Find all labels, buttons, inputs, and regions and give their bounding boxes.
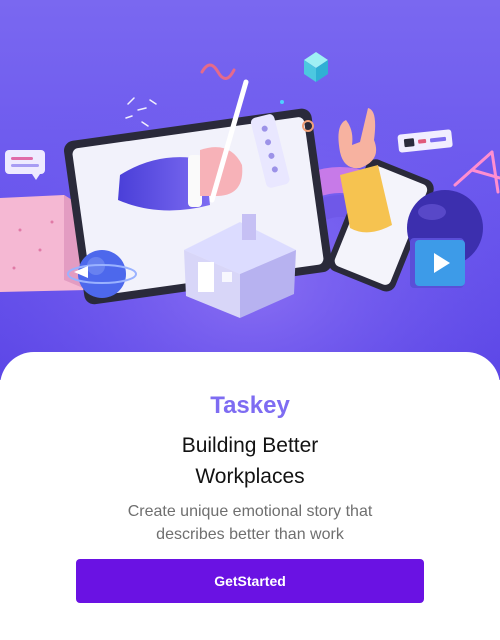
subtitle-line-1: Create unique emotional story that [127,503,373,520]
app-brand-name: Taskey [210,392,290,419]
get-started-button[interactable]: GetStarted [76,559,424,603]
dot-decoration [280,100,284,104]
headline-line-2: Workplaces [195,465,305,488]
play-icon [410,238,465,288]
hero-illustration [0,0,500,380]
subtitle-line-2: describes better than work [156,526,344,543]
headline-line-1: Building Better [181,434,319,457]
onboarding-headline: Building Better Workplaces [0,430,500,492]
onboarding-subtitle: Create unique emotional story that descr… [0,500,500,546]
